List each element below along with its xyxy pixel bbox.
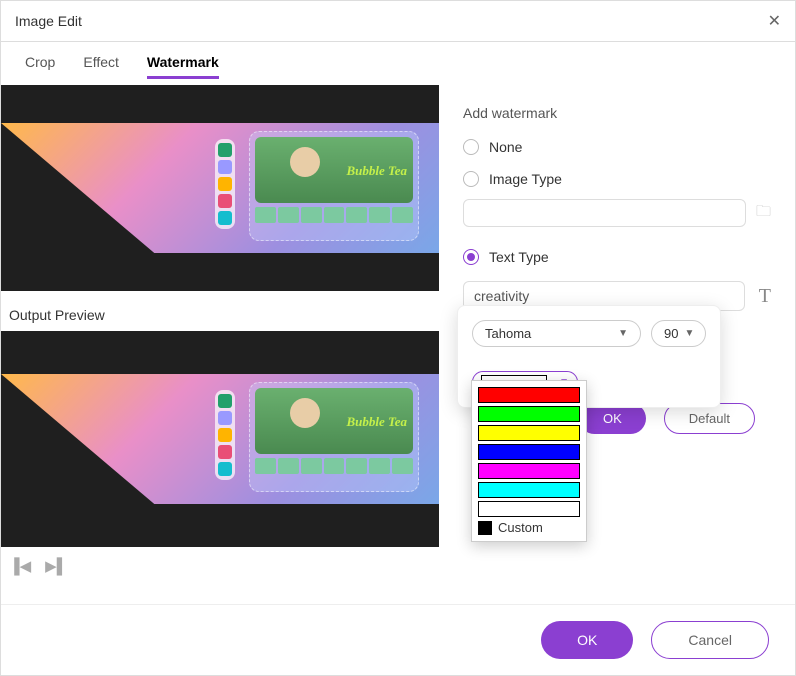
- image-path-input[interactable]: [463, 199, 746, 227]
- text-style-icon[interactable]: T: [759, 285, 771, 308]
- font-family-select[interactable]: Tahoma ▼: [472, 320, 641, 347]
- color-option-custom[interactable]: Custom: [478, 520, 580, 535]
- font-size-select[interactable]: 90 ▼: [651, 320, 706, 347]
- close-button[interactable]: ✕: [768, 11, 781, 31]
- font-family-value: Tahoma: [485, 326, 531, 341]
- color-option-green[interactable]: [478, 406, 580, 422]
- custom-label: Custom: [498, 520, 543, 535]
- ok-button[interactable]: OK: [541, 621, 633, 659]
- radio-text-circle[interactable]: [463, 249, 479, 265]
- radio-none-circle[interactable]: [463, 139, 479, 155]
- output-preview-label: Output Preview: [1, 291, 439, 331]
- input-preview: Bubble Tea: [1, 85, 439, 291]
- output-preview: Bubble Tea creativity: [1, 331, 439, 547]
- dialog-footer: OK Cancel: [1, 604, 795, 675]
- next-frame-button[interactable]: ▶▌: [45, 557, 67, 575]
- radio-image-circle[interactable]: [463, 171, 479, 187]
- titlebar: Image Edit ✕: [1, 1, 795, 42]
- color-option-red[interactable]: [478, 387, 580, 403]
- preview-card-label-out: Bubble Tea: [346, 414, 407, 430]
- tab-crop[interactable]: Crop: [25, 54, 55, 79]
- watermark-text: creativity: [20, 479, 107, 504]
- custom-color-swatch: [478, 521, 492, 535]
- watermark-overlay[interactable]: creativity: [11, 474, 116, 510]
- chevron-down-icon: ▼: [618, 328, 628, 339]
- playback-controls: ▐◀ ▶▌: [1, 547, 439, 585]
- radio-none-label: None: [489, 139, 522, 155]
- app-icons-strip: [215, 139, 235, 229]
- section-title: Add watermark: [463, 105, 771, 121]
- radio-image-type[interactable]: Image Type: [463, 171, 771, 187]
- color-dropdown: Custom: [471, 380, 587, 542]
- font-size-value: 90: [664, 326, 678, 341]
- color-option-yellow[interactable]: [478, 425, 580, 441]
- radio-text-label: Text Type: [489, 249, 549, 265]
- prev-frame-button[interactable]: ▐◀: [9, 557, 31, 575]
- app-icons-strip-output: [215, 390, 235, 480]
- preview-card-output: Bubble Tea: [249, 382, 419, 492]
- folder-icon[interactable]: 🗀: [756, 201, 771, 226]
- radio-none[interactable]: None: [463, 139, 771, 155]
- chevron-down-icon: ▼: [684, 328, 694, 339]
- preview-card: Bubble Tea: [249, 131, 419, 241]
- preview-card-label: Bubble Tea: [346, 163, 407, 179]
- color-option-white[interactable]: [478, 501, 580, 517]
- color-option-magenta[interactable]: [478, 463, 580, 479]
- color-option-cyan[interactable]: [478, 482, 580, 498]
- tabs: Crop Effect Watermark: [1, 42, 795, 79]
- cancel-button[interactable]: Cancel: [651, 621, 769, 659]
- radio-text-type[interactable]: Text Type: [463, 249, 771, 265]
- tab-effect[interactable]: Effect: [83, 54, 119, 79]
- tab-watermark[interactable]: Watermark: [147, 54, 219, 79]
- window-title: Image Edit: [15, 13, 82, 29]
- color-option-blue[interactable]: [478, 444, 580, 460]
- radio-image-label: Image Type: [489, 171, 562, 187]
